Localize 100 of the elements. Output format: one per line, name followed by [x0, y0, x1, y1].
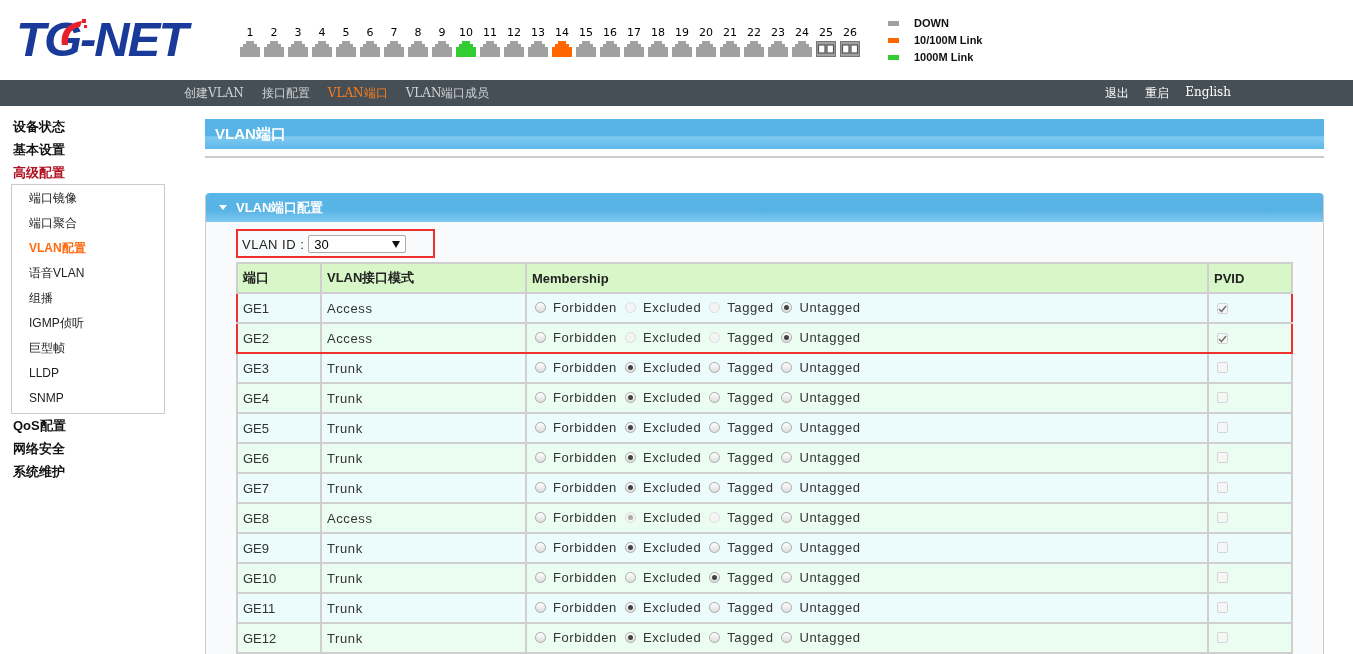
radio-button[interactable] — [624, 482, 636, 493]
radio-button[interactable] — [709, 572, 721, 583]
sidebar-item[interactable]: 高级配置 — [12, 161, 165, 184]
radio-button[interactable] — [709, 632, 721, 643]
radio-button[interactable] — [624, 542, 636, 553]
ethernet-port-icon[interactable] — [528, 41, 548, 57]
ethernet-port-icon[interactable] — [624, 41, 644, 57]
radio-button[interactable] — [535, 602, 546, 613]
radio-button[interactable] — [709, 542, 721, 553]
radio-button[interactable] — [781, 332, 793, 343]
submenu-item[interactable]: 组播 — [29, 286, 164, 311]
ethernet-port-icon[interactable] — [600, 41, 620, 57]
radio-button[interactable] — [624, 452, 636, 463]
sidebar-item[interactable]: 网络安全 — [12, 437, 165, 460]
vlan-id-select[interactable]: 30 — [308, 235, 407, 253]
radio-button[interactable] — [781, 362, 793, 373]
ethernet-port-icon[interactable] — [432, 41, 452, 57]
radio-button[interactable] — [535, 542, 546, 553]
sidebar-item[interactable]: 基本设置 — [12, 138, 165, 161]
ethernet-port-icon[interactable] — [240, 41, 260, 57]
radio-button[interactable] — [781, 542, 793, 553]
ethernet-port-icon[interactable] — [480, 41, 500, 57]
radio-button[interactable] — [624, 572, 636, 583]
radio-button[interactable] — [624, 392, 636, 403]
ethernet-port-icon[interactable] — [768, 41, 788, 57]
top-link[interactable]: English — [1185, 84, 1231, 102]
radio-button[interactable] — [781, 302, 793, 313]
radio-button[interactable] — [781, 572, 793, 583]
radio-button[interactable] — [535, 422, 546, 433]
submenu-item[interactable]: 语音VLAN — [29, 261, 164, 286]
nav-tab[interactable]: VLAN端口成员 — [405, 84, 490, 102]
port-number: 7 — [390, 26, 398, 39]
ethernet-port-icon[interactable] — [576, 41, 596, 57]
submenu-item[interactable]: LLDP — [29, 361, 164, 386]
table-cell: Trunk — [321, 383, 526, 413]
radio-button[interactable] — [535, 362, 546, 373]
table-cell: GE8 — [237, 503, 321, 533]
radio-button[interactable] — [535, 452, 546, 463]
radio-button[interactable] — [624, 422, 636, 433]
table-cell: GE2 — [237, 323, 321, 353]
radio-button[interactable] — [709, 452, 721, 463]
radio-button[interactable] — [535, 572, 546, 583]
radio-label: Tagged — [727, 540, 774, 555]
radio-button[interactable] — [709, 422, 721, 433]
fiber-port-icon[interactable] — [840, 41, 860, 57]
ethernet-port-icon[interactable] — [336, 41, 356, 57]
radio-button[interactable] — [781, 602, 793, 613]
radio-button[interactable] — [781, 422, 793, 433]
ethernet-port-icon[interactable] — [504, 41, 524, 57]
submenu-item[interactable]: 端口镜像 — [29, 186, 164, 211]
ethernet-port-icon[interactable] — [456, 41, 476, 57]
radio-button[interactable] — [535, 332, 546, 343]
submenu-item[interactable]: IGMP侦听 — [29, 311, 164, 336]
radio-button[interactable] — [535, 392, 546, 403]
table-cell: GE7 — [237, 473, 321, 503]
fiber-port-icon[interactable] — [816, 41, 836, 57]
ethernet-port-icon[interactable] — [720, 41, 740, 57]
radio-label: Untagged — [799, 360, 861, 375]
radio-button[interactable] — [709, 602, 721, 613]
nav-tab[interactable]: 创建VLAN — [184, 84, 244, 102]
radio-button[interactable] — [709, 362, 721, 373]
radio-button[interactable] — [624, 362, 636, 373]
radio-button[interactable] — [535, 302, 546, 313]
sidebar-item[interactable]: QoS配置 — [12, 414, 165, 437]
port-number: 18 — [651, 26, 665, 39]
ethernet-port-icon[interactable] — [312, 41, 332, 57]
port-number: 10 — [459, 26, 473, 39]
radio-button[interactable] — [535, 512, 546, 523]
table-cell: GE11 — [237, 593, 321, 623]
radio-button[interactable] — [709, 482, 721, 493]
submenu-item[interactable]: 端口聚合 — [29, 211, 164, 236]
ethernet-port-icon[interactable] — [744, 41, 764, 57]
submenu-item[interactable]: 巨型帧 — [29, 336, 164, 361]
radio-button[interactable] — [624, 632, 636, 643]
radio-button[interactable] — [709, 392, 721, 403]
radio-button[interactable] — [781, 512, 793, 523]
ethernet-port-icon[interactable] — [288, 41, 308, 57]
nav-tab[interactable]: 接口配置 — [261, 84, 310, 102]
radio-button[interactable] — [535, 482, 546, 493]
radio-button[interactable] — [781, 632, 793, 643]
ethernet-port-icon[interactable] — [408, 41, 428, 57]
top-link[interactable]: 重启 — [1145, 84, 1170, 102]
sidebar-item[interactable]: 设备状态 — [12, 115, 165, 138]
ethernet-port-icon[interactable] — [384, 41, 404, 57]
radio-button[interactable] — [781, 452, 793, 463]
ethernet-port-icon[interactable] — [696, 41, 716, 57]
sidebar-item[interactable]: 系统维护 — [12, 460, 165, 483]
ethernet-port-icon[interactable] — [360, 41, 380, 57]
radio-button[interactable] — [781, 392, 793, 403]
ethernet-port-icon[interactable] — [672, 41, 692, 57]
submenu-item[interactable]: SNMP — [29, 386, 164, 411]
radio-button[interactable] — [535, 632, 546, 643]
radio-label: Forbidden — [553, 420, 617, 435]
ethernet-port-icon[interactable] — [264, 41, 284, 57]
table-cell: Access — [321, 503, 526, 533]
top-link[interactable]: 退出 — [1105, 84, 1130, 102]
ethernet-port-icon[interactable] — [648, 41, 668, 57]
radio-button[interactable] — [624, 602, 636, 613]
ethernet-port-icon[interactable] — [552, 41, 572, 57]
radio-button[interactable] — [781, 482, 793, 493]
